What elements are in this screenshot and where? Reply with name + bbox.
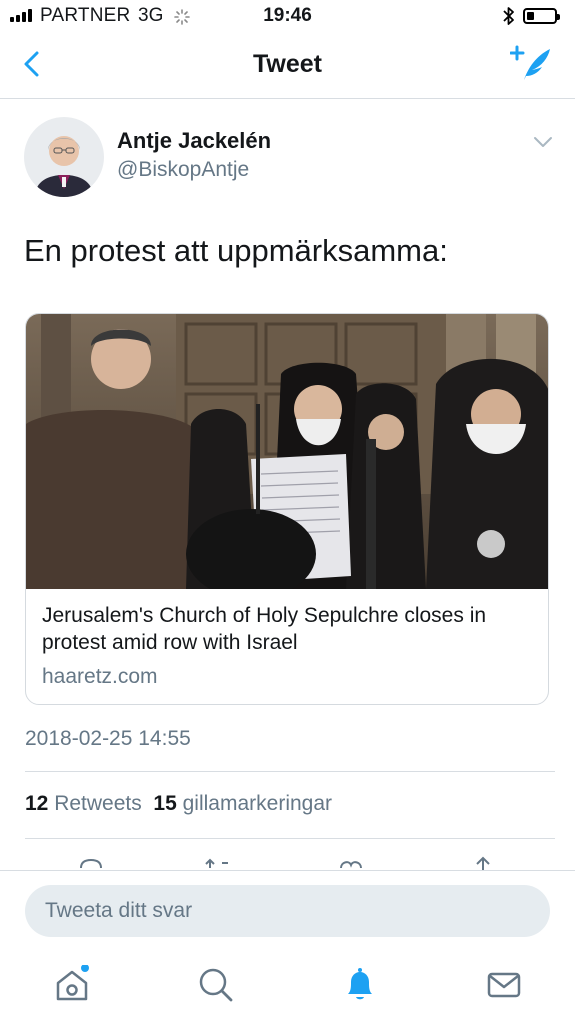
tweet-actions [0, 852, 575, 870]
divider [25, 838, 555, 839]
search-icon[interactable] [196, 965, 236, 1005]
retweets-label[interactable]: Retweets [54, 792, 142, 815]
chevron-down-icon[interactable] [532, 134, 554, 150]
messages-icon[interactable] [484, 965, 524, 1005]
status-bar: PARTNER 3G 19:46 [0, 0, 575, 32]
likes-label[interactable]: gillamarkeringar [183, 792, 332, 815]
card-image [26, 314, 548, 589]
status-time: 19:46 [263, 5, 312, 26]
navigation-bar: Tweet [0, 32, 575, 99]
home-icon[interactable] [52, 965, 92, 1005]
reply-icon[interactable] [76, 854, 106, 870]
tweet-text: En protest att uppmärksamma: [24, 233, 448, 268]
compose-tweet-icon[interactable] [510, 44, 554, 84]
likes-count[interactable]: 15 [153, 792, 176, 815]
like-icon[interactable] [336, 854, 366, 870]
author-name[interactable]: Antje Jackelén [117, 128, 271, 154]
retweet-icon[interactable] [202, 854, 234, 870]
tab-bar [0, 950, 575, 1024]
retweets-count[interactable]: 12 [25, 792, 48, 815]
avatar[interactable] [24, 117, 104, 197]
bluetooth-icon [503, 7, 514, 25]
card-title[interactable]: Jerusalem's Church of Holy Sepulchre clo… [42, 602, 532, 656]
card-domain[interactable]: haaretz.com [42, 665, 158, 689]
page-title: Tweet [253, 50, 322, 78]
reply-input[interactable] [25, 885, 550, 937]
share-icon[interactable] [468, 854, 498, 870]
link-preview-card[interactable]: Jerusalem's Church of Holy Sepulchre clo… [25, 313, 549, 705]
author-handle[interactable]: @BiskopAntje [117, 158, 249, 182]
reply-bar [0, 870, 575, 951]
battery-icon [523, 8, 560, 24]
notifications-icon[interactable] [340, 965, 380, 1005]
divider [25, 771, 555, 772]
tweet-timestamp: 2018-02-25 14:55 [25, 727, 191, 750]
tweet-stats: 12 Retweets 15 gillamarkeringar [25, 792, 332, 816]
